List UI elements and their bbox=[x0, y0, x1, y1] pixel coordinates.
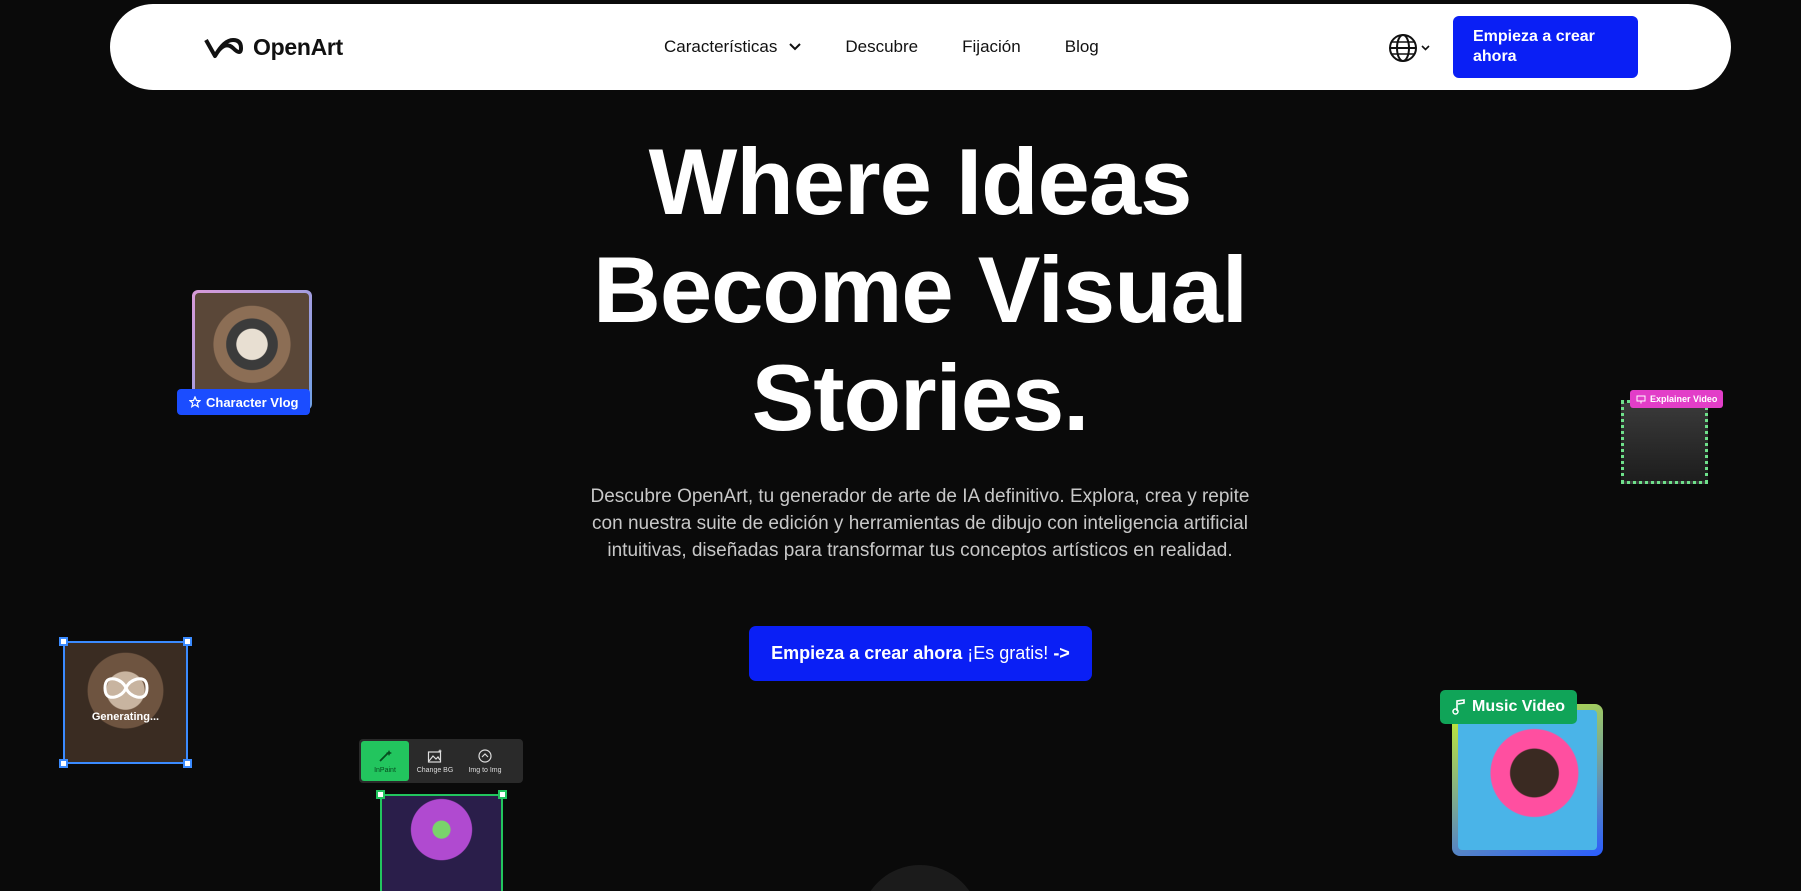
chevron-down-icon bbox=[1421, 45, 1430, 51]
resize-handle bbox=[183, 759, 192, 768]
tool-label: Img to Img bbox=[468, 767, 502, 774]
resize-handle bbox=[59, 637, 68, 646]
image-sparkle-icon bbox=[427, 749, 442, 763]
start-creating-button[interactable]: Empieza a crear ahora bbox=[1453, 16, 1638, 78]
presentation-icon bbox=[1636, 395, 1646, 403]
nav-item-label: Características bbox=[664, 37, 778, 56]
character-vlog-tag: Character Vlog bbox=[177, 389, 311, 415]
hero-cta-strong: Empieza a crear ahora bbox=[771, 643, 963, 663]
tool-img-to-img[interactable]: Img to Img bbox=[461, 741, 509, 781]
resize-handle bbox=[59, 759, 68, 768]
nav-item-label: Blog bbox=[1064, 37, 1099, 56]
scroll-indicator bbox=[860, 865, 980, 891]
generating-card: Generating... bbox=[59, 637, 192, 768]
cat-image-card bbox=[376, 790, 507, 891]
tool-label: Change BG bbox=[416, 767, 454, 774]
nav-item-caracteristicas[interactable]: Características bbox=[664, 37, 802, 57]
nav-item-blog[interactable]: Blog bbox=[1065, 37, 1099, 57]
nav-item-label: Descubre bbox=[845, 37, 919, 56]
nav-item-descubre[interactable]: Descubre bbox=[845, 37, 918, 57]
nav-item-fijacion[interactable]: Fijación bbox=[962, 37, 1021, 57]
wand-icon bbox=[379, 750, 392, 762]
tool-inpaint[interactable]: InPaint bbox=[361, 741, 409, 781]
music-video-card bbox=[1452, 704, 1603, 856]
language-selector[interactable] bbox=[1387, 32, 1430, 64]
navbar: OpenArt Características Descubre Fijació… bbox=[110, 4, 1731, 90]
edit-toolbar: InPaint Change BG Img to Img bbox=[359, 739, 523, 783]
explainer-video-tag: Explainer Video bbox=[1630, 390, 1724, 408]
singer-image bbox=[1458, 710, 1597, 850]
logo[interactable]: OpenArt bbox=[203, 34, 343, 61]
hero-start-creating-button[interactable]: Empieza a crear ahora ¡Es gratis! -> bbox=[749, 626, 1092, 681]
explainer-video-card bbox=[1621, 400, 1708, 484]
resize-handle bbox=[183, 637, 192, 646]
music-video-tag: Music Video bbox=[1440, 690, 1578, 724]
resize-handle bbox=[498, 790, 507, 799]
explainer-video-label: Explainer Video bbox=[1650, 394, 1718, 404]
refresh-image-icon bbox=[478, 749, 492, 763]
music-note-icon bbox=[1452, 699, 1465, 715]
star-icon bbox=[189, 396, 201, 408]
music-video-label: Music Video bbox=[1472, 698, 1566, 715]
tool-change-bg[interactable]: Change BG bbox=[411, 741, 459, 781]
nav-links: Características Descubre Fijación Blog bbox=[664, 4, 1099, 90]
hero-cta-arrow: -> bbox=[1053, 643, 1070, 663]
resize-handle bbox=[376, 790, 385, 799]
hero-subtitle: Descubre OpenArt, tu generador de arte d… bbox=[590, 486, 1250, 561]
openart-loading-icon bbox=[103, 677, 149, 699]
globe-icon bbox=[1389, 34, 1417, 62]
generating-label: Generating... bbox=[91, 711, 160, 723]
tool-label: InPaint bbox=[374, 767, 396, 774]
hero-cta-light: ¡Es gratis! bbox=[967, 643, 1049, 663]
nav-item-label: Fijación bbox=[962, 37, 1021, 56]
logo-text: OpenArt bbox=[253, 34, 343, 60]
character-vlog-label: Character Vlog bbox=[206, 394, 299, 410]
hero-title-line: Where Ideas bbox=[648, 129, 1193, 234]
chevron-down-icon bbox=[789, 43, 802, 51]
openart-logo-icon bbox=[204, 37, 243, 58]
